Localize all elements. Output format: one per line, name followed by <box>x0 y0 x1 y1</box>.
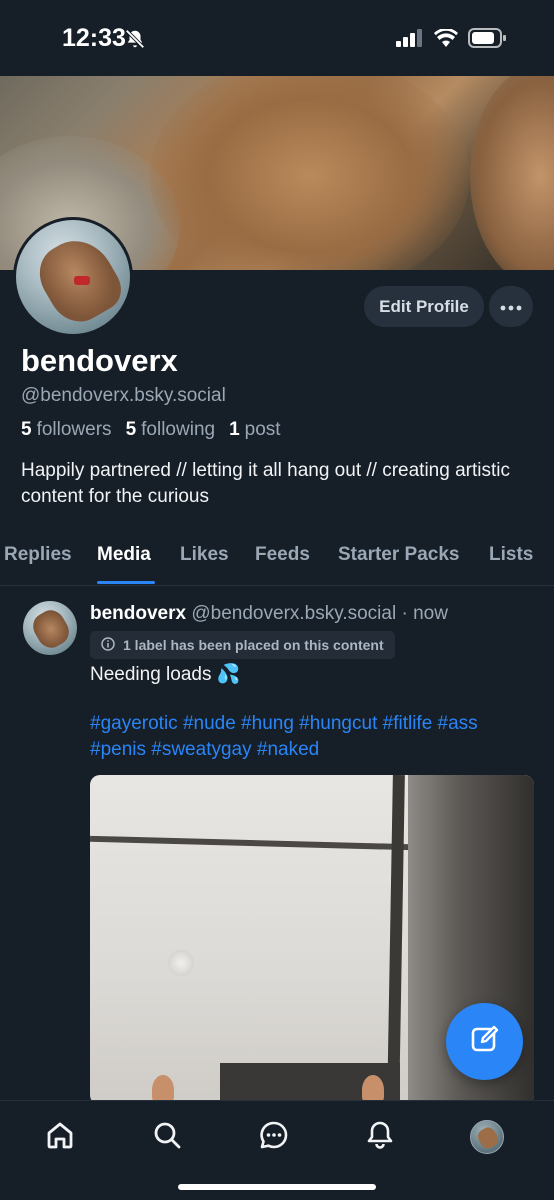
post-text: Needing loads 💦 <box>90 664 241 685</box>
bell-slash-icon <box>124 28 146 55</box>
more-options-button[interactable] <box>489 286 533 327</box>
edit-profile-button[interactable]: Edit Profile <box>364 286 484 327</box>
tab-replies[interactable]: Replies <box>4 544 72 566</box>
post-header: bendoverx @bendoverx.bsky.social · now <box>90 603 448 625</box>
label-notice-text: 1 label has been placed on this content <box>123 637 384 653</box>
followers-label: followers <box>36 419 112 440</box>
nav-chat[interactable] <box>256 1119 292 1155</box>
search-icon <box>151 1119 183 1156</box>
bell-icon <box>364 1119 396 1156</box>
more-icon <box>500 298 522 316</box>
status-bar: 12:33 <box>0 0 554 76</box>
compose-button[interactable] <box>446 1003 523 1080</box>
tab-likes[interactable]: Likes <box>180 544 229 566</box>
nav-notifications[interactable] <box>362 1119 398 1155</box>
home-indicator <box>178 1184 376 1190</box>
info-icon <box>101 636 115 654</box>
post-time: now <box>413 603 448 624</box>
profile-tabs: Replies Media Likes Feeds Starter Packs … <box>0 530 554 586</box>
profile-avatar[interactable] <box>13 217 133 337</box>
post-author[interactable]: bendoverx <box>90 603 186 624</box>
nav-profile-avatar <box>470 1120 504 1154</box>
nav-profile[interactable] <box>469 1119 505 1155</box>
compose-icon <box>469 1023 501 1060</box>
wifi-icon <box>434 28 458 52</box>
post-hashtags[interactable]: #gayerotic #nude #hung #hungcut #fitlife… <box>90 711 535 763</box>
tab-lists[interactable]: Lists <box>489 544 533 566</box>
post-separator: · <box>401 603 408 624</box>
post-handle[interactable]: @bendoverx.bsky.social <box>191 603 396 624</box>
nav-home[interactable] <box>42 1119 78 1155</box>
chat-icon <box>258 1119 290 1156</box>
tab-starter-packs[interactable]: Starter Packs <box>338 544 459 566</box>
posts-count: 1 <box>229 419 240 440</box>
post-author-avatar[interactable] <box>23 601 77 655</box>
display-name: bendoverx <box>21 343 178 378</box>
following-label: following <box>141 419 216 440</box>
following-stat[interactable]: 5 following <box>126 419 216 441</box>
profile-handle: @bendoverx.bsky.social <box>21 385 226 406</box>
following-count: 5 <box>125 419 137 440</box>
signal-icon <box>396 29 424 52</box>
status-time: 12:33 <box>62 24 126 52</box>
profile-stats: 5 followers 5 following 1 post <box>21 419 291 441</box>
posts-stat: 1 post <box>229 419 281 441</box>
profile-bio: Happily partnered // letting it all hang… <box>21 460 510 507</box>
content-label-notice[interactable]: 1 label has been placed on this content <box>90 631 395 659</box>
tab-media[interactable]: Media <box>97 544 151 566</box>
nav-search[interactable] <box>149 1119 185 1155</box>
tab-feeds[interactable]: Feeds <box>255 544 310 566</box>
home-icon <box>44 1119 76 1156</box>
followers-count: 5 <box>21 419 32 440</box>
active-tab-indicator <box>97 581 155 584</box>
followers-stat[interactable]: 5 followers <box>21 419 112 441</box>
battery-icon <box>468 28 506 53</box>
posts-label: post <box>244 419 281 440</box>
